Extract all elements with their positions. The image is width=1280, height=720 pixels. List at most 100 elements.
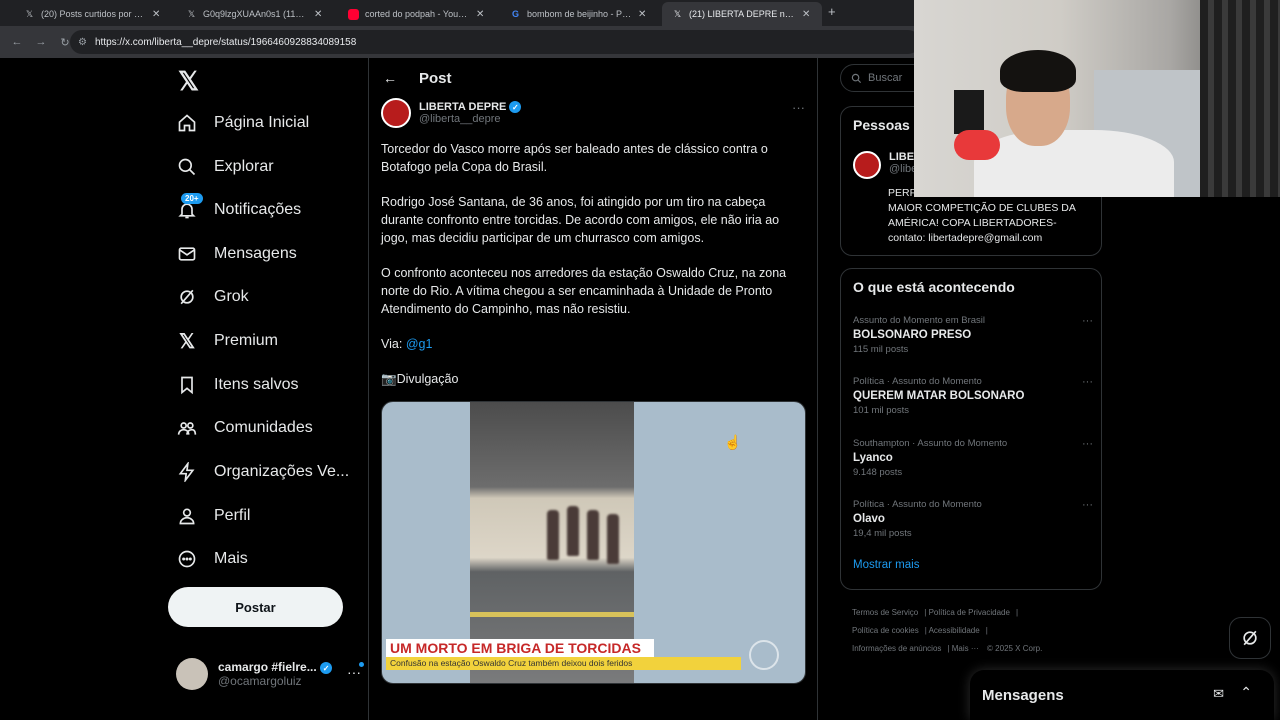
trend-count: 115 mil posts xyxy=(853,344,909,355)
webcam-microphone xyxy=(954,130,1000,160)
author-name-text: LIBERTA DEPRE xyxy=(419,101,507,113)
more-dots-icon[interactable]: ··· xyxy=(1082,376,1093,388)
site-settings-icon[interactable]: ⚙ xyxy=(78,37,87,48)
account-name: camargo #fielre... ✓ xyxy=(218,659,333,675)
tab-title: bombom de beijinho - Pesquisa xyxy=(527,9,632,19)
post-via: Via: @g1 xyxy=(381,335,807,353)
trend-item[interactable]: Southampton · Assunto do Momento Lyanco … xyxy=(853,438,1093,478)
url-field[interactable]: ⚙ https://x.com/liberta__depre/status/19… xyxy=(70,30,920,54)
webcam-overlay xyxy=(914,0,1280,197)
search-icon xyxy=(851,73,862,83)
post-button[interactable]: Postar xyxy=(168,587,343,627)
person-figure xyxy=(547,510,559,560)
footer-link[interactable]: Termos de Serviço xyxy=(852,608,918,617)
drawer-title: Mensagens xyxy=(982,686,1064,704)
person-figure xyxy=(567,506,579,556)
nav-messages[interactable]: Mensagens xyxy=(176,236,297,272)
footer-link[interactable]: Acessibilidade xyxy=(929,626,980,635)
webcam-person-shirt xyxy=(974,130,1174,197)
close-tab-icon[interactable]: ✕ xyxy=(476,9,486,20)
nav-label: Página Inicial xyxy=(214,114,310,131)
author-handle: @liberta__depre xyxy=(419,113,501,125)
footer-link[interactable]: Política de cookies xyxy=(852,626,919,635)
trend-name: BOLSONARO PRESO xyxy=(853,329,972,341)
grok-floating-button[interactable] xyxy=(1229,617,1271,659)
footer-link[interactable]: Mais ··· xyxy=(952,644,979,653)
more-dots-icon[interactable]: ··· xyxy=(1082,438,1093,450)
nav-label: Mensagens xyxy=(214,245,297,262)
grok-icon xyxy=(176,286,198,308)
person-figure xyxy=(607,514,619,564)
browser-tab[interactable]: 𝕏 G0q9lzgXUAAn0s1 (1125×1694) ✕ xyxy=(176,2,334,26)
webcam-person-hair xyxy=(1000,50,1076,92)
x-logo-icon: 𝕏 xyxy=(25,8,34,19)
mention-link[interactable]: @g1 xyxy=(406,337,433,351)
person-icon xyxy=(176,505,198,527)
home-icon xyxy=(176,112,198,134)
trend-item[interactable]: Assunto do Momento em Brasil BOLSONARO P… xyxy=(853,315,1093,355)
forward-arrow-icon[interactable]: → xyxy=(34,36,48,48)
more-dots-icon[interactable]: ··· xyxy=(1082,499,1093,511)
post-more-icon[interactable]: ··· xyxy=(792,100,805,115)
post-paragraph: O confronto aconteceu nos arredores da e… xyxy=(381,266,787,316)
google-icon: G xyxy=(511,9,519,19)
nav-label: Notificações xyxy=(214,201,302,218)
nav-premium[interactable]: 𝕏 Premium xyxy=(176,323,278,359)
nav-label: Explorar xyxy=(214,158,274,175)
person-item[interactable]: LIBE @libe xyxy=(853,151,917,179)
trend-context: Southampton · Assunto do Momento xyxy=(853,438,1008,449)
x-logo-icon: 𝕏 xyxy=(178,330,196,353)
browser-tab[interactable]: G bombom de beijinho - Pesquisa ✕ xyxy=(500,2,658,26)
close-tab-icon[interactable]: ✕ xyxy=(152,9,162,20)
close-tab-icon[interactable]: ✕ xyxy=(638,9,648,20)
trend-item[interactable]: Política · Assunto do Momento Olavo 19,4… xyxy=(853,499,1093,539)
trend-name: Olavo xyxy=(853,513,885,525)
webcam-mic-arm xyxy=(954,90,984,134)
more-dots-icon[interactable]: ··· xyxy=(1082,315,1093,327)
expand-chevron-icon[interactable]: ⌃ xyxy=(1240,684,1252,701)
back-arrow-icon[interactable]: ← xyxy=(10,36,24,48)
tab-title: corted do podpah - YouTube xyxy=(365,9,470,19)
nav-label: Mais xyxy=(214,550,248,567)
account-name-text: camargo #fielre... xyxy=(218,659,317,674)
close-tab-icon[interactable]: ✕ xyxy=(314,9,324,20)
trend-item[interactable]: Política · Assunto do Momento QUEREM MAT… xyxy=(853,376,1093,416)
account-switcher[interactable]: camargo #fielre... ✓ @ocamargoluiz ··· xyxy=(176,654,364,694)
back-arrow-icon[interactable]: ← xyxy=(383,70,397,86)
nav-bookmarks[interactable]: Itens salvos xyxy=(176,367,298,403)
tab-title: G0q9lzgXUAAn0s1 (1125×1694) xyxy=(203,9,308,19)
news-subline: Confusão na estação Oswaldo Cruz também … xyxy=(386,657,741,670)
nav-label: Premium xyxy=(214,332,279,349)
footer-link[interactable]: Política de Privacidade xyxy=(929,608,1010,617)
nav-profile[interactable]: Perfil xyxy=(176,498,250,534)
footer-link[interactable]: Informações de anúncios xyxy=(852,644,941,653)
post-media-image[interactable]: UM MORTO EM BRIGA DE TORCIDAS Confusão n… xyxy=(381,401,806,684)
trend-name: QUEREM MATAR BOLSONARO xyxy=(853,390,1025,402)
new-message-icon[interactable]: ✉ xyxy=(1213,686,1224,702)
browser-tab[interactable]: corted do podpah - YouTube ✕ xyxy=(338,2,496,26)
page-title: Post xyxy=(419,69,452,87)
avatar xyxy=(853,151,881,179)
browser-tab-active[interactable]: 𝕏 (21) LIBERTA DEPRE no X: "Torc ✕ xyxy=(662,2,822,26)
nav-verified-orgs[interactable]: Organizações Ve... xyxy=(176,454,349,490)
close-tab-icon[interactable]: ✕ xyxy=(802,9,812,20)
nav-more[interactable]: Mais xyxy=(176,541,248,577)
messages-drawer[interactable]: Mensagens ✉ ⌃ xyxy=(970,670,1274,720)
post-author[interactable]: LIBERTA DEPRE ✓ @liberta__depre xyxy=(381,98,522,128)
nav-explore[interactable]: Explorar xyxy=(176,149,274,185)
nav-home[interactable]: Página Inicial xyxy=(176,105,309,141)
nav-notifications[interactable]: 20+ Notificações xyxy=(176,192,301,228)
grok-icon xyxy=(1243,630,1257,646)
x-logo-icon[interactable]: 𝕏 xyxy=(178,66,199,97)
avatar[interactable] xyxy=(381,98,411,128)
trend-count: 19,4 mil posts xyxy=(853,528,912,539)
browser-tab[interactable]: 𝕏 (20) Posts curtidos por camargo ✕ xyxy=(14,2,172,26)
trend-count: 9.148 posts xyxy=(853,467,903,478)
nav-grok[interactable]: Grok xyxy=(176,279,249,315)
main-column: ← Post LIBERTA DEPRE ✓ @liberta__depre ·… xyxy=(368,58,818,720)
show-more-link[interactable]: Mostrar mais xyxy=(853,559,919,571)
new-tab-button[interactable]: + xyxy=(828,4,836,19)
nav-communities[interactable]: Comunidades xyxy=(176,410,313,446)
trend-context: Política · Assunto do Momento xyxy=(853,499,982,510)
post-body: Torcedor do Vasco morre após ser baleado… xyxy=(381,140,807,405)
